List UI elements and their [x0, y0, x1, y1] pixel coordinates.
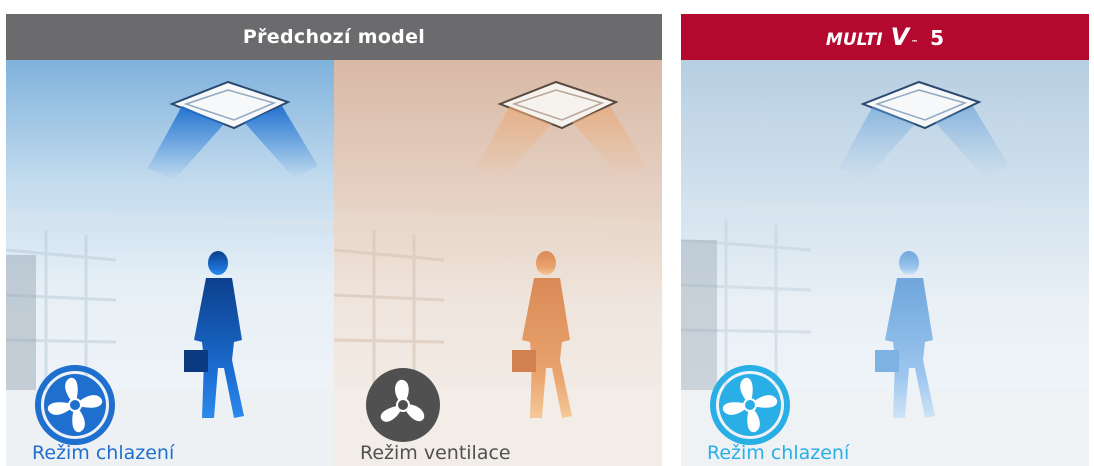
mode-label-ventilation: Režim ventilace	[360, 442, 511, 464]
previous-model-title: Předchozí model	[242, 26, 426, 48]
brand-letter: V	[890, 23, 910, 51]
brand-word: MULTI	[825, 30, 883, 50]
panel-previous-cooling: Režim chlazení	[6, 60, 334, 466]
mode-label-cooling: Režim chlazení	[32, 442, 175, 464]
panel-multi-v5-cooling: Režim chlazení	[681, 60, 1089, 466]
brand-tm: ™	[911, 39, 919, 47]
brand-number: 5	[930, 26, 945, 50]
ventilation-fan-icon	[366, 368, 440, 442]
cooling-fan-icon	[710, 365, 790, 445]
mode-label-cooling-v5: Režim chlazení	[707, 442, 850, 464]
multi-v5-logo: MULTI V ™ 5	[826, 23, 944, 51]
cooling-fan-icon	[35, 365, 115, 445]
previous-model-header: Předchozí model	[6, 14, 662, 60]
panel-previous-ventilation: Režim ventilace	[334, 60, 662, 466]
multi-v5-header: MULTI V ™ 5	[681, 14, 1089, 60]
comparison-graphic: Předchozí model MULTI V ™ 5 Režim chlaze…	[0, 0, 1094, 466]
